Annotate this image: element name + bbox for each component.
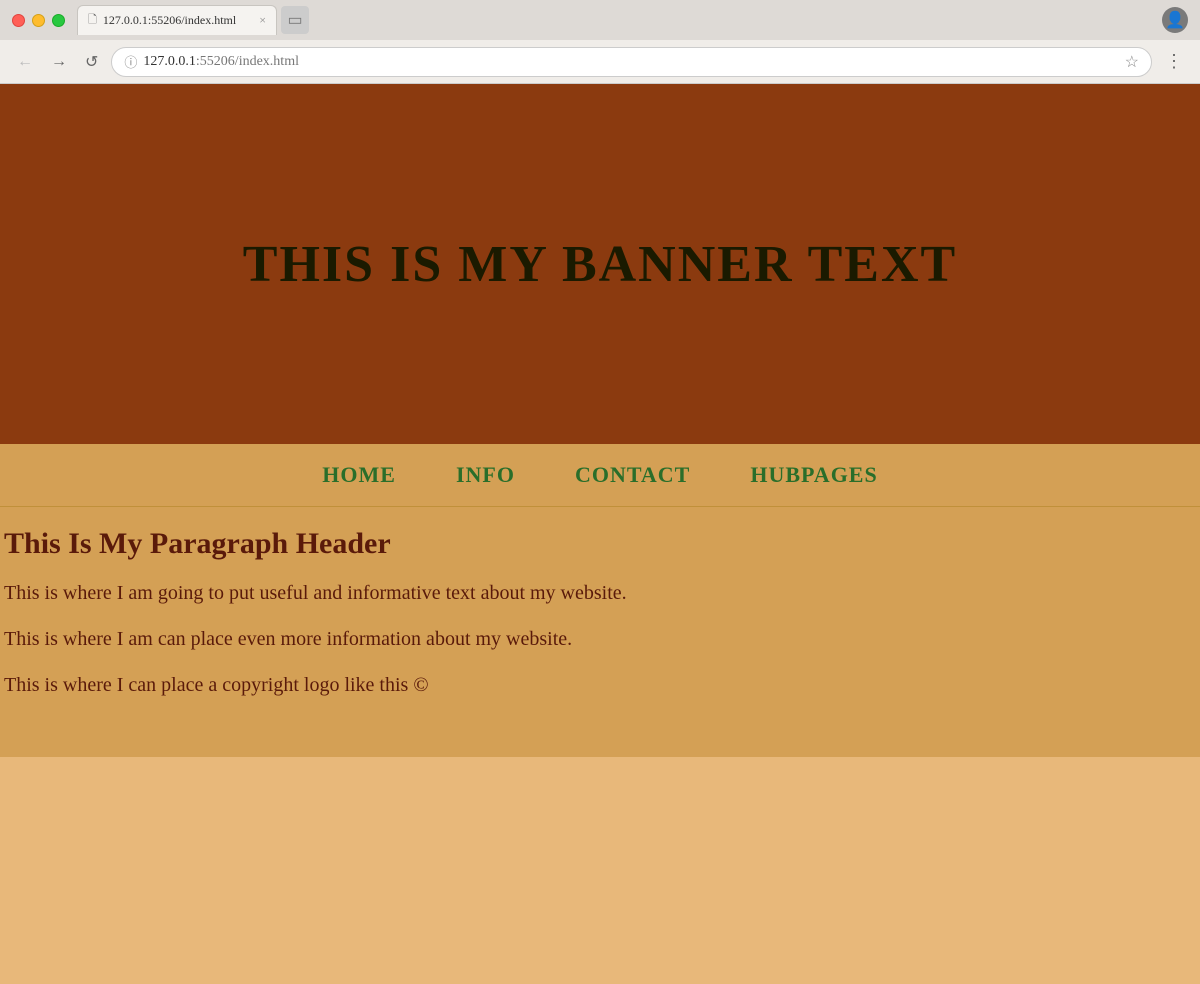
new-tab-button[interactable]: ▭ [281,6,309,34]
url-host: 127.0.0.1 [143,54,196,70]
profile-button[interactable]: 👤 [1162,7,1188,33]
profile-icon: 👤 [1165,10,1185,30]
website-content: THIS IS MY BANNER TEXT HOME INFO CONTACT… [0,84,1200,757]
nav-home[interactable]: HOME [322,462,396,488]
bookmark-icon[interactable]: ☆ [1125,52,1139,72]
paragraph-header: This Is My Paragraph Header [0,527,1200,561]
info-icon: ⓘ [124,52,137,71]
tab-title: 127.0.0.1:55206/index.html [103,13,236,28]
new-tab-icon: ▭ [287,10,302,30]
browser-chrome: 🗋 127.0.0.1:55206/index.html × ▭ 👤 ← → ↺… [0,0,1200,84]
paragraph-2: This is where I am can place even more i… [0,625,1200,653]
nav-area: HOME INFO CONTACT HUBPAGES [0,444,1200,507]
toolbar: ← → ↺ ⓘ 127.0.0.1 :55206/index.html ☆ ⋮ [0,40,1200,84]
address-bar[interactable]: ⓘ 127.0.0.1 :55206/index.html ☆ [111,47,1152,77]
banner: THIS IS MY BANNER TEXT [0,84,1200,444]
nav-contact[interactable]: CONTACT [575,462,690,488]
browser-menu-button[interactable]: ⋮ [1160,49,1188,74]
tab-close-button[interactable]: × [259,13,266,28]
nav-info[interactable]: INFO [456,462,515,488]
reload-button[interactable]: ↺ [80,50,103,74]
minimize-window-button[interactable] [32,14,45,27]
titlebar: 🗋 127.0.0.1:55206/index.html × ▭ 👤 [0,0,1200,40]
back-button[interactable]: ← [12,51,38,73]
paragraph-3: This is where I can place a copyright lo… [0,671,1200,699]
content-area: This Is My Paragraph Header This is wher… [0,507,1200,757]
banner-text: THIS IS MY BANNER TEXT [243,235,957,294]
maximize-window-button[interactable] [52,14,65,27]
active-tab[interactable]: 🗋 127.0.0.1:55206/index.html × [77,5,277,35]
url-path: :55206/index.html [196,54,299,70]
nav-hubpages[interactable]: HUBPAGES [750,462,877,488]
paragraph-1: This is where I am going to put useful a… [0,579,1200,607]
traffic-lights [12,14,65,27]
tab-page-icon: 🗋 [88,11,97,30]
forward-button[interactable]: → [46,51,72,73]
tab-bar: 🗋 127.0.0.1:55206/index.html × ▭ [77,5,309,35]
close-window-button[interactable] [12,14,25,27]
